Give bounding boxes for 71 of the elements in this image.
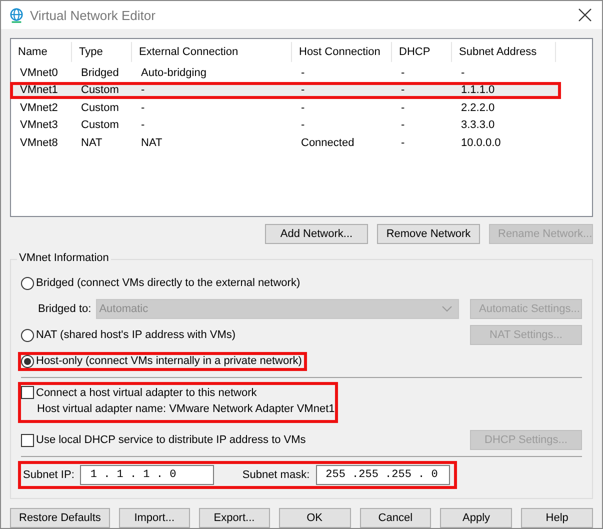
table-cell-text: VMnet3 (19, 119, 59, 132)
column-header[interactable]: DHCP (392, 42, 452, 62)
group-title: VMnet Information (17, 252, 111, 264)
list-row[interactable]: VMnet8 NAT NAT Connected - 10.0.0.0 (10, 134, 561, 152)
radio-button[interactable] (21, 276, 34, 290)
checkbox-label: Connect a host virtual adapter to this network (36, 386, 257, 398)
table-cell-text: - (300, 119, 306, 132)
ip-field[interactable]: 255 .255 .255 . 0 (316, 465, 450, 485)
table-cell-text: 10.0.0.0 (460, 136, 502, 149)
table-cell-text: Connected (300, 136, 356, 149)
table-cell-text: - (400, 119, 406, 132)
table-cell-text: - (400, 84, 406, 96)
column-header[interactable]: Type (72, 42, 132, 62)
button[interactable]: Import... (118, 508, 190, 528)
field-label: Subnet mask: (242, 469, 310, 481)
checkbox[interactable] (21, 434, 34, 446)
list-row[interactable]: VMnet1 Custom - - - 1.1.1.0 (10, 82, 561, 99)
table-cell-text: Custom (80, 102, 120, 114)
table-cell-text: - (300, 102, 306, 114)
table-cell-text: - (400, 136, 406, 149)
radio-label: Host-only (connect VMs internally in a private network) (36, 355, 302, 367)
table-cell-text: VMnet2 (19, 102, 59, 114)
radio-option[interactable]: Host-only (connect VMs internally in a private network) (18, 352, 307, 370)
column-header[interactable]: Subnet Address (452, 42, 556, 62)
table-cell-text: Auto-bridging (140, 66, 208, 79)
table-cell-text: Custom (80, 84, 120, 96)
table-cell-text: 1.1.1.0 (460, 84, 496, 96)
checkbox-label: Use local DHCP service to distribute IP address to VMs (36, 434, 306, 446)
field-label: Bridged to: (38, 303, 92, 315)
globe-icon (9, 8, 24, 22)
close-icon[interactable] (578, 8, 592, 22)
table-cell-text: VMnet1 (19, 84, 59, 96)
checkbox[interactable] (21, 386, 34, 399)
table-cell-text: - (300, 66, 306, 79)
table-cell-text: - (300, 84, 306, 96)
button[interactable]: Add Network... (265, 224, 368, 244)
field-label: Subnet IP: (23, 469, 74, 481)
button[interactable]: Cancel (360, 508, 432, 528)
table-cell-text: 3.3.3.0 (460, 119, 496, 132)
column-header[interactable]: Name (11, 42, 72, 62)
column-header[interactable]: Host Connection (292, 42, 392, 62)
list-row[interactable]: VMnet2 Custom - - - 2.2.2.0 (10, 99, 561, 116)
button[interactable]: Remove Network (377, 224, 480, 244)
radio-button[interactable] (21, 354, 34, 368)
ip-field[interactable]: 1 . 1 . 1 . 0 (80, 465, 214, 485)
table-cell-text: - (140, 102, 146, 114)
list-row[interactable]: VMnet0 Bridged Auto-bridging - - - (10, 64, 561, 82)
button[interactable]: Apply (440, 508, 512, 528)
table-cell-text: Bridged (80, 66, 120, 79)
table-cell-text: NAT (140, 136, 164, 149)
table-cell-text: Custom (80, 119, 120, 132)
radio-button[interactable] (21, 328, 34, 342)
adapter-name: Host virtual adapter name: VMware Network Adapter VMnet1 (36, 402, 335, 417)
table-cell-text: VMnet0 (19, 66, 59, 79)
list-row[interactable]: VMnet3 Custom - - - 3.3.3.0 (10, 116, 561, 134)
table-cell-text: - (400, 66, 406, 79)
table-cell-text: VMnet8 (19, 136, 59, 149)
table-cell-text: NAT (80, 136, 104, 149)
column-header[interactable]: External Connection (132, 42, 292, 62)
network-list[interactable] (10, 38, 593, 217)
table-cell-text: - (140, 119, 146, 132)
window-title: Virtual Network Editor (30, 8, 156, 22)
caret-icon (442, 306, 452, 312)
table-cell-text: 2.2.2.0 (460, 102, 496, 114)
button[interactable]: OK (278, 508, 350, 528)
table-cell-text: - (140, 84, 146, 96)
table-cell-text: - (400, 102, 406, 114)
button[interactable]: Restore Defaults (10, 508, 110, 528)
button[interactable]: Help (521, 508, 594, 528)
table-cell-text: - (460, 66, 466, 79)
button[interactable]: Export... (198, 508, 270, 528)
